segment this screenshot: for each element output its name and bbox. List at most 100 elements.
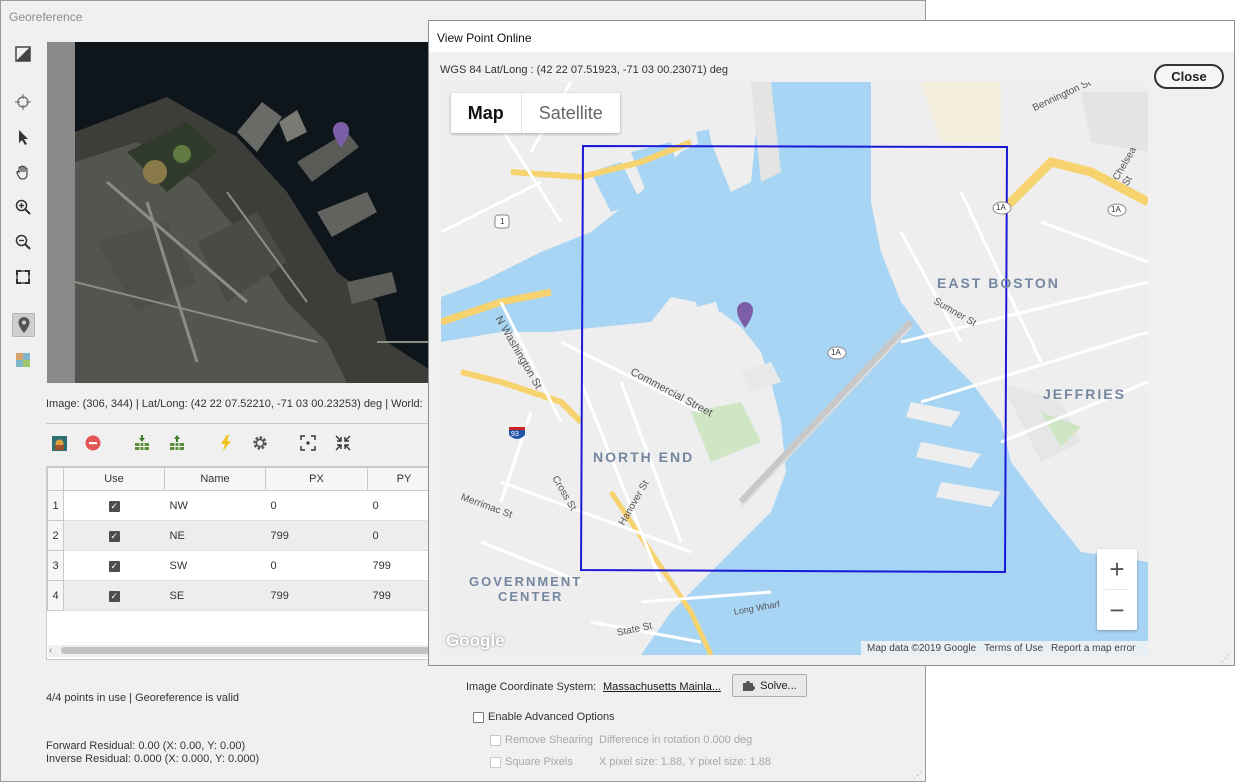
google-map[interactable]: EAST BOSTON NORTH END GOVERNMENT CENTER … — [441, 82, 1148, 655]
pointer-icon[interactable] — [13, 127, 33, 147]
use-checkbox[interactable]: ✓ — [108, 500, 120, 512]
map-attribution: Map data ©2019 Google Terms of Use Repor… — [861, 641, 1148, 655]
coord-system-link[interactable]: Massachusetts Mainla... — [603, 681, 721, 693]
name-cell[interactable]: SW — [164, 550, 266, 581]
px-cell[interactable]: 0 — [265, 490, 368, 521]
column-header-px[interactable]: PX — [265, 467, 368, 491]
forward-residual: Forward Residual: 0.00 (X: 0.00, Y: 0.00… — [46, 740, 246, 752]
px-cell[interactable]: 799 — [265, 580, 368, 611]
points-status: 4/4 points in use | Georeference is vali… — [46, 692, 240, 704]
zoom-out-button[interactable]: − — [1097, 590, 1137, 630]
zoom-out-icon[interactable] — [13, 232, 33, 252]
auto-fix-icon[interactable] — [216, 433, 236, 453]
crosshair-icon[interactable] — [13, 92, 33, 112]
image-coordinate-status: Image: (306, 344) | Lat/Long: (42 22 07.… — [46, 398, 423, 410]
coord-system-label: Image Coordinate System: — [466, 681, 597, 693]
use-checkbox[interactable]: ✓ — [108, 530, 120, 542]
px-cell[interactable]: 0 — [265, 550, 368, 581]
table-row[interactable]: 2 ✓ NE 799 0 — [47, 520, 441, 551]
report-map-error-link[interactable]: Report a map error — [1051, 643, 1135, 654]
route-1a-label: 1A — [831, 348, 841, 357]
rotation-difference: Difference in rotation 0.000 deg — [599, 734, 753, 746]
enable-advanced-label: Enable Advanced Options — [488, 711, 615, 723]
use-checkbox[interactable]: ✓ — [108, 560, 120, 572]
remove-shearing-checkbox[interactable] — [490, 734, 501, 746]
remove-shearing-label: Remove Shearing — [505, 734, 594, 746]
map-data-credit: Map data ©2019 Google — [867, 642, 977, 654]
zoom-in-button[interactable]: + — [1097, 549, 1137, 589]
scroll-left-arrow-icon[interactable]: ‹ — [49, 645, 52, 656]
export-points-icon[interactable] — [167, 433, 187, 453]
delete-point-icon[interactable] — [83, 433, 103, 453]
row-number: 3 — [47, 550, 64, 581]
north-end-label: NORTH END — [593, 449, 695, 465]
resize-grip-icon[interactable]: ⋰ — [913, 770, 922, 781]
use-cell: ✓ — [63, 520, 165, 551]
zoom-in-icon[interactable] — [13, 197, 33, 217]
solve-button[interactable]: Solve... — [732, 674, 807, 697]
route-1a-label: 1A — [996, 203, 1006, 212]
close-button[interactable]: Close — [1154, 64, 1224, 89]
enable-advanced-checkbox[interactable] — [473, 711, 484, 723]
view-point-online-dialog: View Point Online WGS 84 Lat/Long : (42 … — [428, 20, 1235, 666]
square-pixels-label: Square Pixels — [505, 756, 573, 768]
zoom-control: + − — [1097, 549, 1137, 630]
settings-gear-icon[interactable] — [250, 433, 270, 453]
use-cell: ✓ — [63, 490, 165, 521]
window-title: Georeference — [9, 10, 83, 24]
image-left-margin — [47, 42, 75, 383]
column-header-use[interactable]: Use — [63, 467, 165, 491]
import-image-icon[interactable] — [49, 433, 69, 453]
route-1a-label: 1A — [1111, 205, 1121, 214]
corner-header — [47, 467, 64, 491]
contrast-icon[interactable] — [13, 44, 33, 64]
solve-label: Solve... — [760, 679, 797, 692]
puzzle-icon — [743, 681, 756, 691]
pan-hand-icon[interactable] — [13, 162, 33, 182]
divider — [46, 423, 430, 424]
px-cell[interactable]: 799 — [265, 520, 368, 551]
map-type-control: Map Satellite — [451, 93, 620, 133]
column-header-name[interactable]: Name — [164, 467, 266, 491]
name-cell[interactable]: NW — [164, 490, 266, 521]
east-boston-label: EAST BOSTON — [937, 275, 1060, 291]
government-center-label-line1: GOVERNMENT — [469, 574, 583, 589]
map-tab[interactable]: Map — [451, 93, 522, 133]
jeffries-label: JEFFRIES — [1043, 386, 1126, 402]
square-pixels-option: Square Pixels — [490, 756, 573, 768]
row-number: 1 — [47, 490, 64, 521]
scrollbar-thumb[interactable] — [61, 647, 430, 654]
name-cell[interactable]: NE — [164, 520, 266, 551]
resize-grip-icon[interactable]: ⋰ — [1221, 653, 1230, 664]
table-row[interactable]: 3 ✓ SW 0 799 — [47, 550, 441, 581]
dialog-title: View Point Online — [437, 31, 532, 45]
gcp-table: Use Name PX PY 1 ✓ NW 0 0 2 ✓ NE 799 0 3… — [47, 467, 441, 611]
name-cell[interactable]: SE — [164, 580, 266, 611]
use-cell: ✓ — [63, 550, 165, 581]
table-row[interactable]: 1 ✓ NW 0 0 — [47, 490, 441, 521]
route-1-label: 1 — [500, 217, 505, 226]
pixel-size: X pixel size: 1.88, Y pixel size: 1.88 — [599, 756, 772, 768]
government-center-label-line2: CENTER — [498, 589, 564, 604]
remove-shearing-option: Remove Shearing — [490, 734, 593, 746]
place-marker-icon[interactable] — [12, 313, 35, 337]
zoom-to-point-icon[interactable] — [298, 433, 318, 453]
row-number: 4 — [47, 580, 64, 611]
import-points-icon[interactable] — [132, 433, 152, 453]
aerial-image-view[interactable] — [47, 42, 433, 383]
table-row[interactable]: 4 ✓ SE 799 799 — [47, 580, 441, 611]
wgs84-coordinates: WGS 84 Lat/Long : (42 22 07.51923, -71 0… — [440, 64, 729, 76]
use-checkbox[interactable]: ✓ — [108, 590, 120, 602]
enable-advanced-option[interactable]: Enable Advanced Options — [473, 711, 615, 723]
image-layer-icon[interactable] — [13, 350, 33, 370]
fit-extent-icon[interactable] — [13, 267, 33, 287]
dialog-titlebar — [429, 21, 1234, 52]
use-cell: ✓ — [63, 580, 165, 611]
square-pixels-checkbox[interactable] — [490, 756, 501, 768]
google-logo[interactable]: Google — [446, 631, 505, 651]
shrink-view-icon[interactable] — [333, 433, 353, 453]
satellite-tab[interactable]: Satellite — [522, 93, 620, 133]
terms-of-use-link[interactable]: Terms of Use — [984, 643, 1043, 654]
row-number: 2 — [47, 520, 64, 551]
inverse-residual: Inverse Residual: 0.000 (X: 0.000, Y: 0.… — [46, 753, 260, 765]
